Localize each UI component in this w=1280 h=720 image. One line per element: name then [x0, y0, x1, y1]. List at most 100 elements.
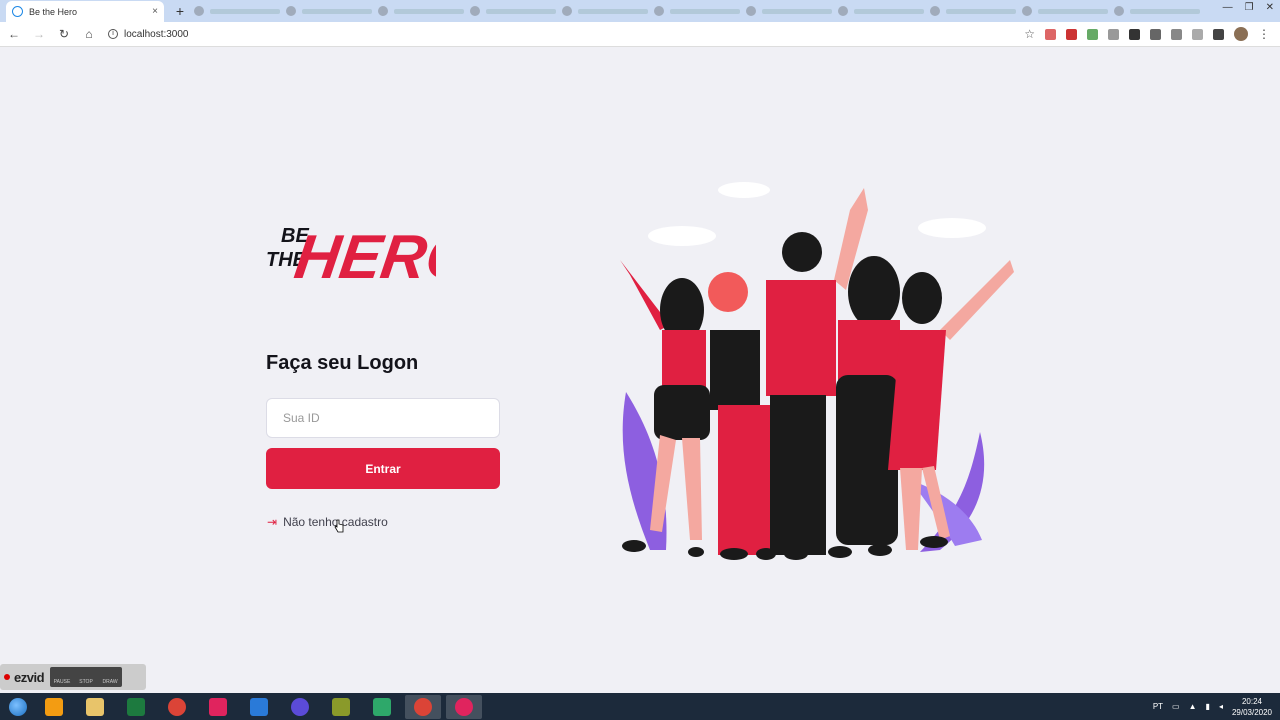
pants	[718, 405, 774, 555]
window-controls: — ❐ ✕	[1223, 2, 1274, 13]
taskbar-app[interactable]	[364, 695, 400, 719]
android-studio-icon	[373, 697, 391, 716]
leg	[900, 468, 922, 550]
close-tab-icon[interactable]: ×	[152, 6, 158, 17]
tab-be-the-hero[interactable]: Be the Hero ×	[6, 1, 164, 22]
background-tab[interactable]	[746, 4, 832, 18]
leg	[682, 438, 702, 540]
recorder-pause-button[interactable]: PAUSE	[50, 667, 74, 687]
language-indicator[interactable]: PT	[1153, 702, 1163, 711]
shoe	[868, 544, 892, 556]
shoe	[784, 548, 808, 560]
taskbar-app[interactable]	[241, 695, 277, 719]
shirt	[766, 280, 836, 396]
background-tab[interactable]	[286, 4, 372, 18]
back-button[interactable]: ←	[3, 27, 25, 41]
profile-avatar[interactable]	[1234, 27, 1248, 41]
taskbar-app[interactable]	[446, 694, 482, 719]
url-text: localhost:3000	[124, 28, 189, 40]
background-tab[interactable]	[1114, 4, 1200, 18]
record-indicator-icon	[4, 674, 10, 680]
shorts	[654, 385, 710, 440]
recorder-stop-button[interactable]: STOP	[74, 667, 98, 687]
background-tab[interactable]	[562, 4, 648, 18]
background-tab[interactable]	[194, 4, 280, 18]
top	[710, 330, 760, 410]
tab-bar: Be the Hero × + — ❐ ✕	[0, 0, 1280, 22]
recorder-brand: ezvid	[14, 669, 45, 685]
taskbar-app[interactable]	[36, 695, 72, 719]
file-explorer-icon	[86, 697, 104, 716]
extension-icon[interactable]	[1087, 28, 1098, 40]
recorder-draw-button[interactable]: DRAW	[98, 667, 122, 687]
hair	[708, 272, 748, 312]
minimize-icon[interactable]: —	[1223, 2, 1233, 13]
info-icon[interactable]: i	[108, 29, 118, 39]
home-button[interactable]: ⌂	[78, 27, 100, 41]
volume-icon[interactable]: ◂	[1219, 702, 1223, 711]
reading-list-icon[interactable]	[1213, 28, 1224, 40]
tab-title: Be the Hero	[29, 6, 78, 17]
clock[interactable]: 20:24 29/03/2020	[1232, 696, 1272, 718]
taskbar-app[interactable]	[77, 695, 113, 719]
recorder-controls: PAUSE STOP DRAW	[50, 667, 123, 687]
logo-hero: HERO	[290, 223, 436, 284]
pants	[836, 375, 898, 545]
keyboard-icon[interactable]: ▭	[1172, 702, 1180, 711]
taskbar-app[interactable]	[159, 695, 195, 719]
taskbar-app[interactable]	[282, 695, 318, 719]
extension-icon[interactable]	[1192, 28, 1203, 40]
background-tab[interactable]	[930, 4, 1016, 18]
heroes-illustration	[620, 182, 1014, 560]
network-icon[interactable]: ▮	[1206, 702, 1210, 711]
login-arrow-icon: ⇥	[267, 515, 278, 529]
clock-time: 20:24	[1241, 696, 1262, 706]
background-tab[interactable]	[378, 4, 464, 18]
app-icon	[455, 697, 473, 716]
taskbar-app[interactable]	[323, 695, 359, 719]
hand-cursor-icon	[334, 519, 344, 533]
background-tab[interactable]	[470, 4, 556, 18]
system-tray: PT ▭ ▲ ▮ ◂ 20:24 29/03/2020	[1153, 693, 1272, 720]
media-player-icon	[45, 697, 63, 716]
pants	[770, 395, 826, 555]
close-window-icon[interactable]: ✕	[1266, 2, 1274, 13]
react-icon	[12, 6, 23, 17]
top	[662, 330, 706, 390]
raised-arm	[940, 260, 1014, 340]
chrome-icon	[168, 697, 186, 716]
shoe	[622, 540, 646, 552]
windows-logo-icon	[9, 697, 27, 716]
background-tab[interactable]	[654, 4, 740, 18]
background-tab[interactable]	[1022, 4, 1108, 18]
browser-menu-icon[interactable]: ⋮	[1258, 27, 1270, 41]
register-link[interactable]: ⇥ Não tenho cadastro	[267, 515, 388, 529]
cloud	[718, 182, 770, 198]
taskbar-app[interactable]	[118, 695, 154, 719]
vscode-icon	[250, 697, 268, 716]
extension-icon[interactable]	[1129, 28, 1140, 40]
extension-icon[interactable]	[1171, 28, 1182, 40]
background-tab[interactable]	[838, 4, 924, 18]
taskbar-app[interactable]	[200, 695, 236, 719]
extension-icon[interactable]	[1150, 28, 1161, 40]
start-button[interactable]	[4, 695, 32, 719]
forward-button[interactable]: →	[28, 27, 50, 41]
extension-icon[interactable]	[1066, 28, 1077, 40]
address-bar[interactable]: i localhost:3000	[108, 29, 1024, 40]
windows-taskbar: PT ▭ ▲ ▮ ◂ 20:24 29/03/2020	[0, 693, 1280, 720]
tray-expand-icon[interactable]: ▲	[1189, 702, 1197, 711]
shoe	[828, 546, 852, 558]
taskbar-app[interactable]	[405, 694, 441, 719]
new-tab-button[interactable]: +	[172, 3, 188, 19]
shoe	[688, 547, 704, 557]
reload-button[interactable]: ↻	[53, 27, 75, 41]
shoe	[756, 548, 776, 560]
bookmark-star-icon[interactable]: ☆	[1024, 27, 1035, 41]
extension-icon[interactable]	[1108, 28, 1119, 40]
shoe	[920, 536, 948, 548]
id-input[interactable]	[266, 398, 500, 438]
login-button[interactable]: Entrar	[266, 448, 500, 489]
extension-icon[interactable]	[1045, 28, 1056, 40]
maximize-icon[interactable]: ❐	[1245, 2, 1254, 13]
